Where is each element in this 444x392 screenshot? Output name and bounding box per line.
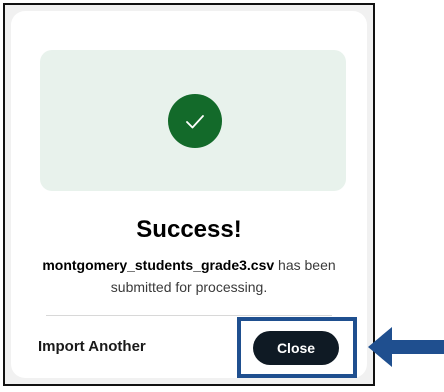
success-illustration: [40, 50, 346, 191]
close-button[interactable]: Close: [253, 331, 339, 365]
divider: [46, 315, 332, 316]
left-arrow-icon: [368, 327, 444, 367]
dialog-message: montgomery_students_grade3.csv has been …: [29, 254, 349, 298]
check-icon: [168, 94, 222, 148]
import-another-button[interactable]: Import Another: [38, 338, 146, 355]
dialog-title: Success!: [136, 216, 242, 243]
file-name: montgomery_students_grade3.csv: [42, 257, 275, 273]
